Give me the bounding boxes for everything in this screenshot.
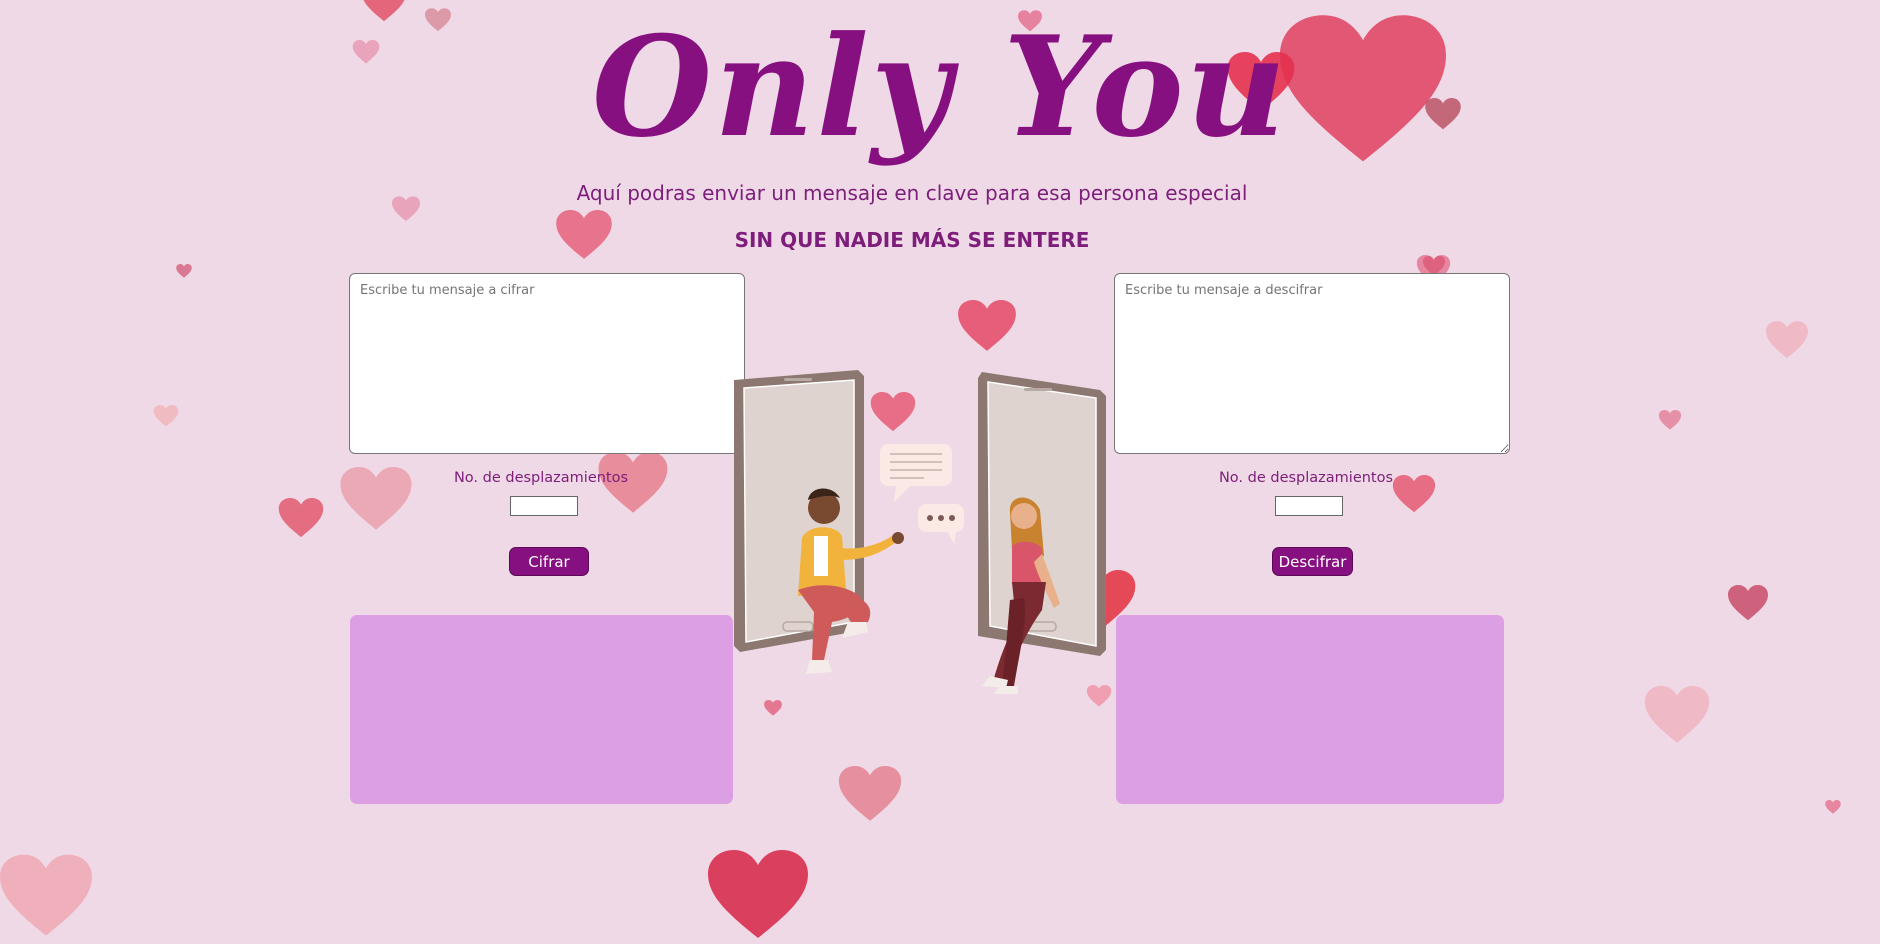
decrypt-output-box: [1116, 615, 1504, 804]
encrypt-shift-label: No. de desplazamientos: [453, 470, 629, 486]
heart-icon: [1728, 585, 1768, 621]
heart-icon: [176, 264, 192, 278]
heart-icon: [1766, 320, 1808, 360]
chat-bubble-icon: [880, 444, 952, 502]
heart-icon: [958, 300, 1016, 352]
encrypt-shift-input[interactable]: [510, 496, 578, 516]
heart-icon: [1658, 410, 1682, 430]
right-phone-icon: [978, 372, 1106, 656]
heart-icon: [1824, 800, 1842, 814]
encrypt-button[interactable]: Cifrar: [509, 547, 589, 576]
decrypt-message-textarea[interactable]: [1114, 273, 1510, 454]
decrypt-shift-input[interactable]: [1275, 496, 1343, 516]
page-subtitle: Aquí podras enviar un mensaje en clave p…: [576, 181, 1248, 205]
heart-icon: [340, 467, 412, 531]
heart-icon: [1643, 686, 1711, 744]
typing-bubble-icon: [918, 504, 964, 544]
page-title: Only You: [591, 5, 1289, 168]
heart-icon: [152, 405, 180, 427]
decrypt-button[interactable]: Descifrar: [1272, 547, 1353, 576]
encrypt-output-box: [350, 615, 733, 804]
decrypt-shift-label: No. de desplazamientos: [1218, 470, 1394, 486]
page-tagline: SIN QUE NADIE MÁS SE ENTERE: [734, 228, 1090, 252]
heart-icon: [708, 850, 808, 940]
couple-chatting-illustration: [734, 370, 1106, 694]
heart-icon: [0, 848, 92, 944]
heart-icon: [838, 766, 902, 822]
heart-icon: [278, 498, 324, 538]
encrypt-message-textarea[interactable]: [349, 273, 745, 454]
